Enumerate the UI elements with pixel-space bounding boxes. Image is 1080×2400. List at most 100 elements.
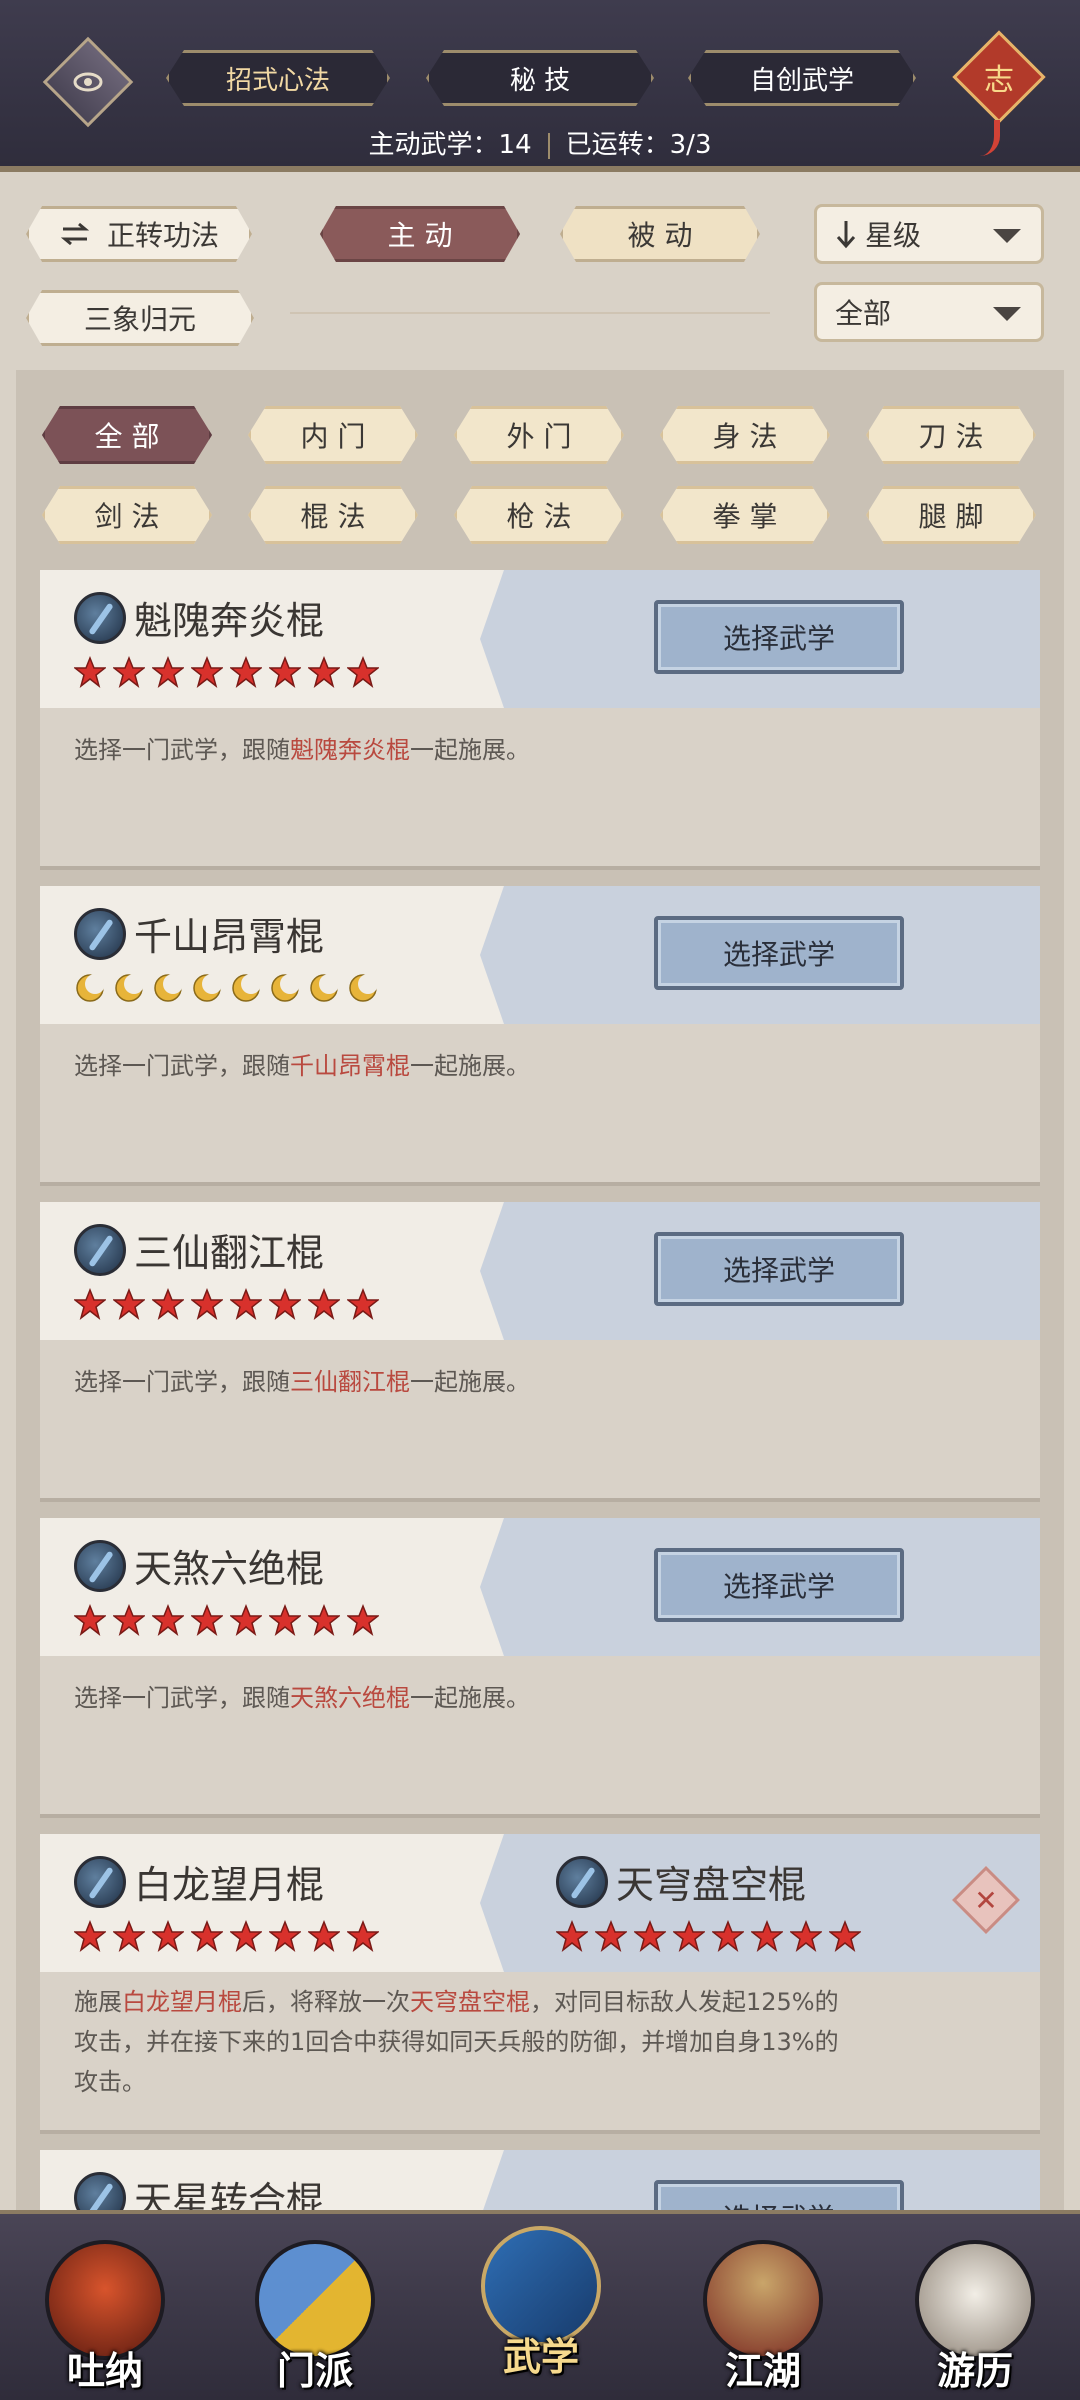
nav-label: 吐纳	[66, 2348, 143, 2393]
star-icon	[671, 1919, 712, 1952]
category-movement[interactable]: 身 法	[660, 406, 830, 464]
desc-text: 一起施展。	[410, 1052, 530, 1080]
star-icon	[788, 1919, 829, 1952]
martial-card: 千山昂霄棍 选择武学 选择一门武学，跟随千山昂霄棍一起施展。	[40, 886, 1040, 1186]
star-icon	[228, 1603, 269, 1636]
desc-text: 选择一门武学，跟随	[74, 1052, 290, 1080]
combo-martial-card: 白龙望月棍 天穹盘空棍 ✕ 施展白龙望月棍后，将释放一次天穹盘空棍，对同目标敌人…	[40, 1834, 1040, 2134]
desc-text: 后，将释放一次	[242, 1988, 410, 2016]
desc-text: 选择一门武学，跟随	[74, 736, 290, 764]
category-staff[interactable]: 棍 法	[248, 486, 418, 544]
tab-secret-skills[interactable]: 秘 技	[426, 50, 654, 106]
sort-select[interactable]: 星级	[814, 204, 1044, 264]
eye-button[interactable]	[42, 36, 134, 128]
star-icon	[150, 1919, 191, 1952]
category-leg[interactable]: 腿 脚	[866, 486, 1036, 544]
moon-icon	[152, 972, 191, 1004]
desc-skill-link: 三仙翻江棍	[290, 1368, 410, 1396]
star-rating	[72, 1603, 386, 1636]
journal-badge-label: 志	[984, 63, 1014, 98]
moon-icon	[347, 972, 386, 1004]
tab-moves[interactable]: 招式心法	[166, 50, 390, 106]
partner-skill-name[interactable]: 天穹盘空棍	[616, 1854, 806, 1909]
choose-martial-button[interactable]: 选择武学	[654, 1232, 904, 1306]
running-label: 已运转：	[565, 130, 670, 160]
star-icon	[632, 1919, 673, 1952]
star-icon	[150, 655, 191, 688]
passive-filter-button[interactable]: 被 动	[560, 206, 760, 262]
nav-travel[interactable]: 游历	[900, 2240, 1050, 2393]
card-description: 选择一门武学，跟随千山昂霄棍一起施展。	[74, 1046, 530, 1086]
star-rating	[72, 655, 386, 688]
active-filter-button[interactable]: 主 动	[320, 206, 520, 262]
nav-label: 游历	[936, 2348, 1013, 2393]
nav-martial[interactable]: 武学	[466, 2226, 616, 2379]
category-fist[interactable]: 拳 掌	[660, 486, 830, 544]
journal-badge[interactable]: 志	[952, 30, 1046, 124]
star-icon	[267, 1919, 308, 1952]
moon-icon	[308, 972, 347, 1004]
skill-name: 千山昂霄棍	[134, 915, 325, 959]
top-bar: 招式心法 秘 技 自创武学 志 主动武学：14 已运转：3/3	[0, 0, 1080, 172]
desc-text: 一起施展。	[410, 736, 530, 764]
card-description: 选择一门武学，跟随魁隗奔炎棍一起施展。	[74, 730, 530, 770]
desc-skill-link: 天煞六绝棍	[290, 1684, 410, 1712]
nav-label: 江湖	[724, 2348, 801, 2393]
martial-list-panel: 全 部 内 门 外 门 身 法 刀 法 剑 法 棍 法 枪 法 拳 掌 腿 脚 …	[16, 370, 1064, 2230]
star-icon	[267, 1603, 308, 1636]
swap-icon	[59, 220, 91, 248]
desc-skill-link: 白龙望月棍	[122, 1988, 242, 2016]
category-spear[interactable]: 枪 法	[454, 486, 624, 544]
method-toggle-label: 正转功法	[106, 219, 219, 252]
martial-card: 三仙翻江棍 选择武学 选择一门武学，跟随三仙翻江棍一起施展。	[40, 1202, 1040, 1502]
star-icon	[228, 1919, 269, 1952]
ornament-divider	[290, 312, 770, 314]
staff-skill-icon	[74, 1540, 126, 1592]
nav-breathing[interactable]: 吐纳	[30, 2240, 180, 2393]
nav-sect[interactable]: 门派	[240, 2240, 390, 2393]
star-icon	[150, 1603, 191, 1636]
nav-label: 武学	[502, 2334, 579, 2379]
nav-jianghu[interactable]: 江湖	[688, 2240, 838, 2393]
category-all[interactable]: 全 部	[42, 406, 212, 464]
category-blade[interactable]: 刀 法	[866, 406, 1036, 464]
choose-martial-button[interactable]: 选择武学	[654, 916, 904, 990]
skill-name: 魁隗奔炎棍	[134, 599, 325, 643]
desc-text: 一起施展。	[410, 1684, 530, 1712]
combo-button[interactable]: 三象归元	[26, 290, 254, 346]
category-outer[interactable]: 外 门	[454, 406, 624, 464]
star-icon	[306, 1287, 347, 1320]
star-icon	[72, 1603, 113, 1636]
category-sword[interactable]: 剑 法	[42, 486, 212, 544]
eye-icon	[73, 67, 103, 97]
method-toggle-button[interactable]: 正转功法	[26, 206, 252, 262]
chevron-down-icon	[993, 229, 1021, 243]
choose-martial-button[interactable]: 选择武学	[654, 600, 904, 674]
chevron-down-icon	[993, 307, 1021, 321]
moon-rating	[74, 972, 386, 1004]
desc-text: 施展	[74, 1988, 122, 2016]
desc-skill-link: 魁隗奔炎棍	[290, 736, 410, 764]
skill-name: 三仙翻江棍	[134, 1231, 325, 1275]
star-icon	[189, 1287, 230, 1320]
choose-martial-button[interactable]: 选择武学	[654, 1548, 904, 1622]
active-martial-value: 14	[498, 130, 532, 160]
martial-card: 魁隗奔炎棍 选择武学 选择一门武学，跟随魁隗奔炎棍一起施展。	[40, 570, 1040, 870]
scope-select[interactable]: 全部	[814, 282, 1044, 342]
star-icon	[72, 1287, 113, 1320]
star-icon	[111, 1919, 152, 1952]
star-icon	[827, 1919, 868, 1952]
tab-custom-martial[interactable]: 自创武学	[688, 50, 916, 106]
star-icon	[345, 1603, 386, 1636]
star-icon	[189, 1603, 230, 1636]
active-martial-label: 主动武学：	[368, 130, 499, 160]
category-inner[interactable]: 内 门	[248, 406, 418, 464]
star-icon	[111, 1603, 152, 1636]
sort-select-label: 星级	[865, 219, 922, 252]
desc-text: 选择一门武学，跟随	[74, 1684, 290, 1712]
staff-skill-icon	[74, 592, 126, 644]
moon-icon	[74, 972, 113, 1004]
star-icon	[306, 1919, 347, 1952]
staff-skill-icon	[74, 908, 126, 960]
partner-star-rating	[554, 1919, 868, 1952]
